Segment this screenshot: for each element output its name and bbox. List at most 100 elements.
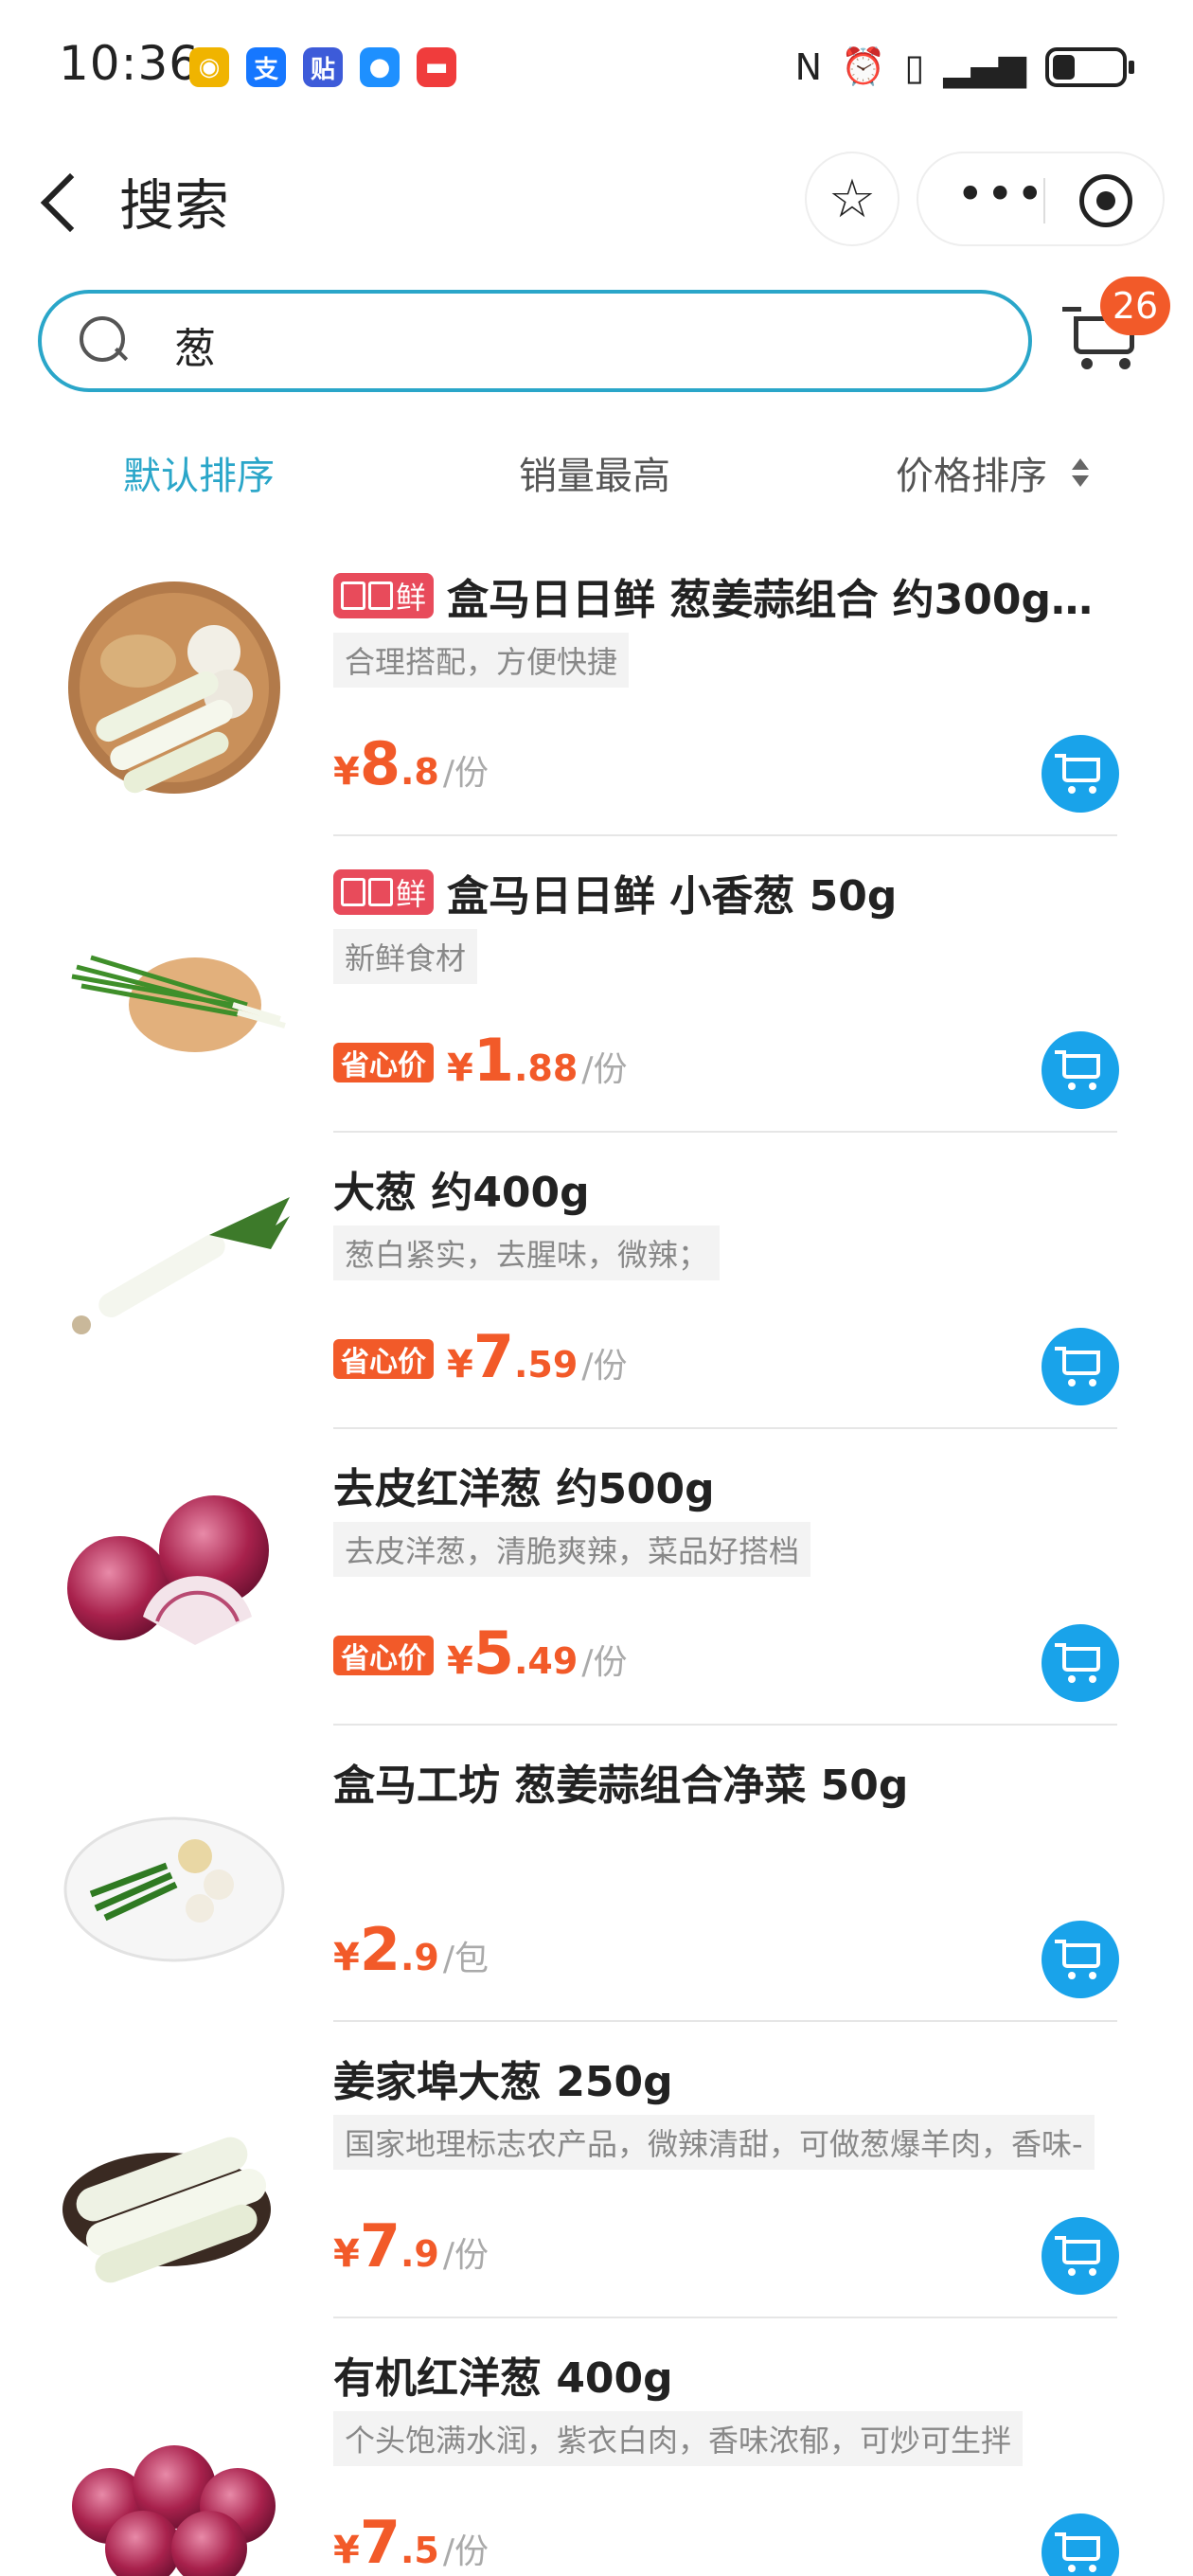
price-currency: ¥ bbox=[333, 2232, 360, 2276]
add-to-cart-button[interactable] bbox=[1042, 735, 1119, 813]
add-to-cart-button[interactable] bbox=[1042, 2513, 1119, 2576]
price-unit: /份 bbox=[581, 1347, 628, 1386]
search-input[interactable]: 葱 bbox=[38, 290, 1032, 392]
cart-icon bbox=[1062, 2240, 1100, 2264]
alipay-icon: 支 bbox=[246, 47, 286, 87]
search-icon bbox=[80, 316, 129, 366]
add-to-cart-button[interactable] bbox=[1042, 2217, 1119, 2295]
add-to-cart-button[interactable] bbox=[1042, 1624, 1119, 1702]
price-unit: /份 bbox=[581, 1643, 628, 1682]
price-integer: 7 bbox=[359, 2211, 401, 2281]
cart-icon bbox=[1062, 758, 1100, 782]
mail-icon: ▬ bbox=[417, 47, 456, 87]
price-row: ¥ 7 .5 /份 bbox=[333, 2508, 489, 2576]
cart-icon bbox=[1062, 1943, 1100, 1968]
product-image[interactable] bbox=[53, 1752, 295, 1995]
product-item[interactable]: 去皮红洋葱 约500g 去皮洋葱，清脆爽辣，菜品好搭档 省心价 ¥ 5 .49 … bbox=[0, 1429, 1193, 1726]
status-time: 10:36 bbox=[59, 36, 201, 91]
product-item[interactable]: 鲜盒马日日鲜 葱姜蒜组合 约300g… 合理搭配，方便快捷 ¥ 8 .8 /份 bbox=[0, 540, 1193, 836]
price-unit: /份 bbox=[442, 754, 490, 793]
price-unit: /份 bbox=[442, 2236, 490, 2275]
favorite-button[interactable]: ☆ bbox=[805, 152, 899, 246]
brand-tag: 鲜 bbox=[333, 573, 435, 618]
add-to-cart-button[interactable] bbox=[1042, 1328, 1119, 1405]
product-title: 姜家埠大葱 250g bbox=[333, 2058, 673, 2106]
nav-bar: 搜索 ☆ ••• bbox=[0, 142, 1193, 256]
price-row: 省心价 ¥ 5 .49 /份 bbox=[333, 1619, 627, 1688]
product-image[interactable] bbox=[53, 2345, 295, 2576]
product-image[interactable] bbox=[53, 1159, 295, 1402]
status-bar: 10:36 ◉ 支 贴 ● ▬ N ⏰ ▯ ▂▄▆ bbox=[0, 0, 1193, 133]
brand-tag: 鲜 bbox=[333, 869, 435, 915]
product-info: 鲜盒马日日鲜 小香葱 50g 新鲜食材 bbox=[333, 861, 1119, 986]
product-item[interactable]: 姜家埠大葱 250g 国家地理标志农产品，微辣清甜，可做葱爆羊肉，香味- ¥ 7… bbox=[0, 2022, 1193, 2318]
product-subtitle: 新鲜食材 bbox=[333, 929, 478, 984]
search-query: 葱 bbox=[174, 325, 216, 373]
price-decimal: .8 bbox=[400, 751, 439, 793]
nfc-icon: N bbox=[794, 45, 823, 88]
price-unit: /包 bbox=[442, 1940, 490, 1978]
price-decimal: .88 bbox=[513, 1047, 579, 1089]
product-item[interactable]: 大葱 约400g 葱白紧实，去腥味，微辣； 省心价 ¥ 7 .59 /份 bbox=[0, 1133, 1193, 1429]
price-unit: /份 bbox=[442, 2532, 490, 2571]
back-button[interactable] bbox=[34, 161, 91, 237]
product-subtitle: 国家地理标志农产品，微辣清甜，可做葱爆羊肉，香味- bbox=[333, 2115, 1095, 2170]
alarm-icon: ⏰ bbox=[841, 45, 886, 87]
sort-tab-price[interactable]: 价格排序 bbox=[896, 445, 1047, 500]
product-title: 大葱 约400g bbox=[333, 1169, 590, 1217]
status-indicators: N ⏰ ▯ ▂▄▆ bbox=[794, 45, 1134, 88]
capsule-divider bbox=[1043, 178, 1045, 224]
price-currency: ¥ bbox=[333, 2529, 360, 2572]
price-decimal: .5 bbox=[400, 2530, 439, 2571]
promo-tag: 省心价 bbox=[333, 1636, 434, 1675]
mini-program-capsule: ••• bbox=[917, 152, 1165, 246]
add-to-cart-button[interactable] bbox=[1042, 1031, 1119, 1109]
price-integer: 7 bbox=[472, 1322, 514, 1391]
price-integer: 2 bbox=[359, 1915, 401, 1984]
promo-tag: 省心价 bbox=[333, 1043, 434, 1082]
product-list: 鲜盒马日日鲜 葱姜蒜组合 约300g… 合理搭配，方便快捷 ¥ 8 .8 /份 … bbox=[0, 540, 1193, 2576]
sort-arrows-icon[interactable] bbox=[1070, 458, 1093, 496]
price-row: 省心价 ¥ 7 .59 /份 bbox=[333, 1322, 627, 1391]
more-button[interactable]: ••• bbox=[956, 167, 1045, 222]
close-mini-program-button[interactable] bbox=[1079, 174, 1132, 227]
sort-tab-sales[interactable]: 销量最高 bbox=[519, 445, 670, 500]
price-row: 省心价 ¥ 1 .88 /份 bbox=[333, 1026, 627, 1095]
cart-icon bbox=[1062, 1647, 1100, 1672]
price-currency: ¥ bbox=[447, 1046, 473, 1090]
price-unit: /份 bbox=[581, 1050, 628, 1089]
cart-icon bbox=[1062, 2536, 1100, 2561]
weibo-icon: ◉ bbox=[189, 47, 229, 87]
product-item[interactable]: 鲜盒马日日鲜 小香葱 50g 新鲜食材 省心价 ¥ 1 .88 /份 bbox=[0, 836, 1193, 1133]
product-image[interactable] bbox=[53, 1456, 295, 1698]
product-title: 盒马工坊 葱姜蒜组合净菜 50g bbox=[333, 1762, 909, 1810]
star-icon: ☆ bbox=[828, 168, 877, 230]
product-image[interactable] bbox=[53, 2048, 295, 2291]
price-integer: 8 bbox=[359, 729, 401, 798]
product-info: 去皮红洋葱 约500g 去皮洋葱，清脆爽辣，菜品好搭档 bbox=[333, 1454, 1119, 1579]
price-integer: 7 bbox=[359, 2508, 401, 2576]
price-currency: ¥ bbox=[333, 750, 360, 794]
page-title: 搜索 bbox=[119, 173, 230, 238]
product-info: 鲜盒马日日鲜 葱姜蒜组合 约300g… 合理搭配，方便快捷 bbox=[333, 564, 1119, 689]
add-to-cart-button[interactable] bbox=[1042, 1921, 1119, 1998]
sort-tab-default[interactable]: 默认排序 bbox=[123, 445, 275, 500]
tieba-icon: 贴 bbox=[303, 47, 343, 87]
product-item[interactable]: 有机红洋葱 400g 个头饱满水润，紫衣白肉，香味浓郁，可炒可生拌 ¥ 7 .5… bbox=[0, 2318, 1193, 2576]
vibrate-icon: ▯ bbox=[904, 45, 925, 88]
product-subtitle: 合理搭配，方便快捷 bbox=[333, 633, 630, 688]
cart-icon bbox=[1062, 1351, 1100, 1375]
price-currency: ¥ bbox=[447, 1639, 473, 1683]
product-info: 盒马工坊 葱姜蒜组合净菜 50g bbox=[333, 1750, 1119, 1875]
price-currency: ¥ bbox=[333, 1936, 360, 1979]
price-currency: ¥ bbox=[447, 1343, 473, 1386]
product-info: 有机红洋葱 400g 个头饱满水润，紫衣白肉，香味浓郁，可炒可生拌 bbox=[333, 2343, 1119, 2468]
signal-icon: ▂▄▆ bbox=[943, 45, 1026, 88]
product-title: 盒马日日鲜 小香葱 50g bbox=[447, 872, 898, 921]
product-item[interactable]: 盒马工坊 葱姜蒜组合净菜 50g ¥ 2 .9 /包 bbox=[0, 1726, 1193, 2022]
price-decimal: .9 bbox=[400, 2233, 439, 2275]
product-subtitle: 去皮洋葱，清脆爽辣，菜品好搭档 bbox=[333, 1522, 811, 1577]
product-image[interactable] bbox=[53, 863, 295, 1105]
product-image[interactable] bbox=[53, 566, 295, 809]
sort-bar: 默认排序 销量最高 价格排序 bbox=[0, 436, 1193, 511]
